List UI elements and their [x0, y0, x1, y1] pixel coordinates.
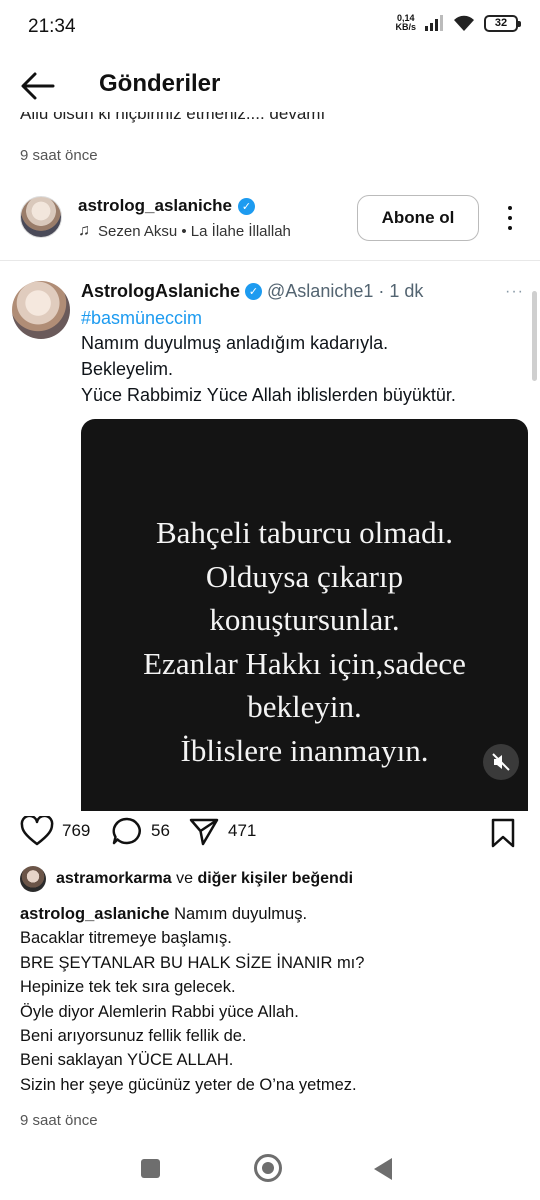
tweet-avatar: [12, 281, 70, 339]
bookmark-icon[interactable]: [489, 818, 517, 848]
tweet-hashtag: #basmüneccim: [81, 308, 203, 328]
tweet-more-icon: ···: [505, 283, 524, 300]
comment-count: 56: [151, 821, 170, 840]
caption-line: Sizin her şeye gücünüz yeter de O’na yet…: [20, 1075, 357, 1094]
tweet-line: Namım duyulmuş anladığım kadarıyla.: [81, 333, 389, 353]
battery-icon: 32: [484, 14, 521, 32]
caption-username[interactable]: astrolog_aslaniche: [20, 905, 169, 923]
heart-icon: [20, 816, 54, 846]
caption-line: Bacaklar titremeye başlamış.: [20, 929, 232, 948]
back-arrow-icon[interactable]: [20, 70, 56, 102]
tweet-line: Bekleyelim.: [81, 359, 174, 379]
status-bar: 21:34 0,14 KB/s 32: [0, 0, 540, 56]
signal-icon: [425, 15, 443, 31]
like-count: 769: [62, 821, 91, 840]
like-button[interactable]: 769: [20, 816, 90, 846]
liked-by[interactable]: astramorkarma ve diğer kişiler beğendi: [20, 866, 353, 892]
verified-icon: ✓: [245, 283, 263, 300]
tweet-separator: ·: [378, 281, 385, 301]
network-speed: 0,14 KB/s: [395, 13, 416, 32]
comment-icon: [112, 817, 141, 845]
music-note-icon: ♫: [78, 222, 90, 239]
tweet-display-name: AstrologAslaniche: [81, 281, 241, 301]
caption-line: BRE ŞEYTANLAR BU HALK SİZE İNANIR mı?: [20, 953, 365, 972]
more-vertical-icon[interactable]: [500, 206, 520, 230]
tweet-time: 1 dk: [389, 281, 424, 301]
music-track[interactable]: ♫ Sezen Aksu • La İlahe İllallah: [78, 222, 291, 240]
app-header: Gönderiler: [0, 56, 540, 116]
image-text: Bahçeli taburcu olmadı. Olduysa çıkarıp …: [143, 515, 466, 768]
tweet-image[interactable]: Bahçeli taburcu olmadı. Olduysa çıkarıp …: [81, 419, 528, 811]
page-title: Gönderiler: [99, 70, 221, 97]
previous-post-caption[interactable]: Allu olsun ki hiçbiriniz etmeniz.... dev…: [20, 112, 520, 130]
post-time: 9 saat önce: [20, 1112, 98, 1129]
action-bar: 769 56 471: [0, 810, 540, 854]
back-icon[interactable]: [374, 1158, 392, 1180]
liker-username: astramorkarma: [56, 870, 172, 887]
status-icons: 0,14 KB/s 32: [395, 13, 521, 32]
scrollbar: [532, 291, 537, 381]
system-nav-bar: [0, 1140, 540, 1200]
share-count: 471: [228, 821, 257, 840]
comment-button[interactable]: 56: [111, 816, 170, 846]
wifi-icon: [454, 15, 474, 31]
share-button[interactable]: 471: [188, 816, 256, 846]
status-time: 21:34: [28, 16, 76, 37]
caption-line: Hepinize tek tek sıra gelecek.: [20, 978, 236, 997]
send-icon: [189, 818, 219, 846]
tweet-header: AstrologAslaniche ✓ @Aslaniche1 · 1 dk: [81, 281, 423, 302]
mute-icon[interactable]: [483, 744, 519, 780]
tweet-line: Yüce Rabbimiz Yüce Allah iblislerden büy…: [81, 385, 456, 405]
post-username[interactable]: astrolog_aslaniche ✓: [78, 196, 256, 216]
follow-button[interactable]: Abone ol: [357, 195, 479, 241]
caption-line: Beni saklayan YÜCE ALLAH.: [20, 1051, 234, 1070]
post-caption: astrolog_aslaniche Namım duyulmuş. Bacak…: [20, 902, 525, 1097]
home-icon[interactable]: [254, 1154, 282, 1182]
recent-apps-icon[interactable]: [141, 1159, 160, 1178]
caption-line: Beni arıyorsunuz fellik fellik de.: [20, 1027, 247, 1046]
avatar[interactable]: [20, 196, 62, 238]
tweet-handle: @Aslaniche1: [267, 281, 374, 301]
caption-line: Öyle diyor Alemlerin Rabbi yüce Allah.: [20, 1002, 299, 1021]
tweet-screenshot: AstrologAslaniche ✓ @Aslaniche1 · 1 dk ·…: [0, 260, 540, 811]
previous-post-time: 9 saat önce: [20, 147, 98, 164]
liked-by-others: diğer kişiler beğendi: [197, 870, 354, 887]
post-header: astrolog_aslaniche ✓ ♫ Sezen Aksu • La İ…: [0, 190, 540, 250]
verified-icon: ✓: [238, 197, 256, 215]
liker-avatar: [20, 866, 46, 892]
